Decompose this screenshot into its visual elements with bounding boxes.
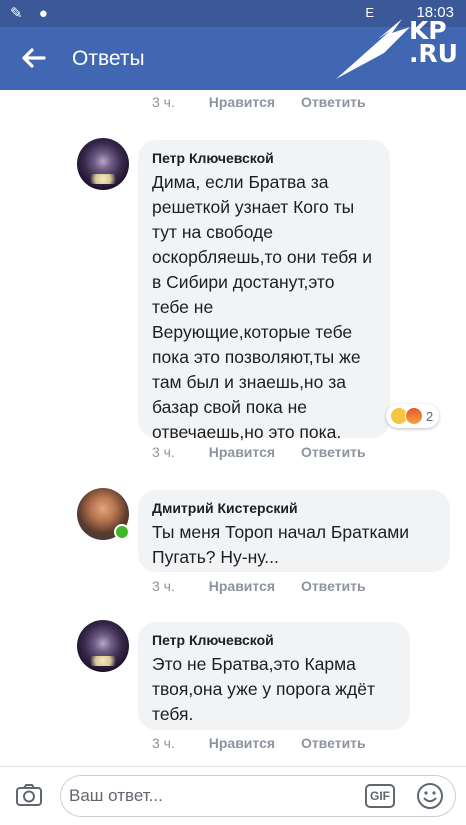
reaction-summary[interactable]: 2 — [386, 404, 440, 428]
reply-button[interactable]: Ответить — [301, 735, 366, 751]
app-bar: Ответы KP .RU — [0, 18, 466, 90]
reply-button[interactable]: Ответить — [301, 94, 366, 110]
reaction-count: 2 — [426, 408, 434, 424]
reply-input-placeholder: Ваш ответ... — [69, 786, 163, 805]
kp-watermark: KP .RU — [408, 16, 458, 68]
comment-author[interactable]: Петр Ключевской — [152, 632, 396, 648]
comment-actions: 3 ч. Нравится Ответить — [152, 578, 388, 594]
reply-input[interactable]: Ваш ответ... GIF — [60, 775, 456, 817]
online-status-indicator — [114, 524, 130, 540]
comment-time: 3 ч. — [152, 735, 175, 751]
gif-icon[interactable]: GIF — [365, 784, 395, 808]
emoji-icon[interactable] — [415, 781, 445, 811]
comment-bubble[interactable]: Петр Ключевской Это не Братва,это Карма … — [138, 622, 410, 730]
like-button[interactable]: Нравится — [209, 444, 275, 460]
reply-button[interactable]: Ответить — [301, 578, 366, 594]
angry-reaction-icon — [405, 407, 423, 425]
comment-actions: 3 ч. Нравится Ответить — [152, 94, 388, 110]
avatar[interactable] — [77, 620, 129, 672]
comment-time: 3 ч. — [152, 444, 175, 460]
comment-time: 3 ч. — [152, 94, 175, 110]
page-title: Ответы — [72, 47, 145, 70]
comment-author[interactable]: Петр Ключевской — [152, 150, 376, 166]
comment-time: 3 ч. — [152, 578, 175, 594]
avatar[interactable] — [77, 138, 129, 190]
comment-text: Это не Братва,это Карма твоя,она уже у п… — [152, 654, 375, 724]
comment-text: Дима, если Братва за решеткой узнает Ког… — [152, 172, 373, 442]
comment-author[interactable]: Дмитрий Кистерский — [152, 500, 436, 516]
like-button[interactable]: Нравится — [209, 578, 275, 594]
comment-bubble[interactable]: Петр Ключевской Дима, если Братва за реш… — [138, 140, 390, 442]
like-button[interactable]: Нравится — [209, 735, 275, 751]
camera-icon[interactable] — [14, 780, 44, 810]
reply-button[interactable]: Ответить — [301, 444, 366, 460]
comment-bubble[interactable]: Дмитрий Кистерский Ты меня Тороп начал Б… — [138, 490, 450, 572]
back-arrow-icon[interactable] — [18, 43, 48, 73]
like-button[interactable]: Нравится — [209, 94, 275, 110]
comment-text: Ты меня Тороп начал Братками Пугать? Ну-… — [152, 522, 410, 567]
comment-actions: 3 ч. Нравится Ответить — [152, 735, 388, 751]
comment-actions: 3 ч. Нравится Ответить — [152, 444, 388, 460]
reply-composer: Ваш ответ... GIF — [0, 766, 466, 825]
notification-icons: ✎ ● — [10, 5, 54, 22]
